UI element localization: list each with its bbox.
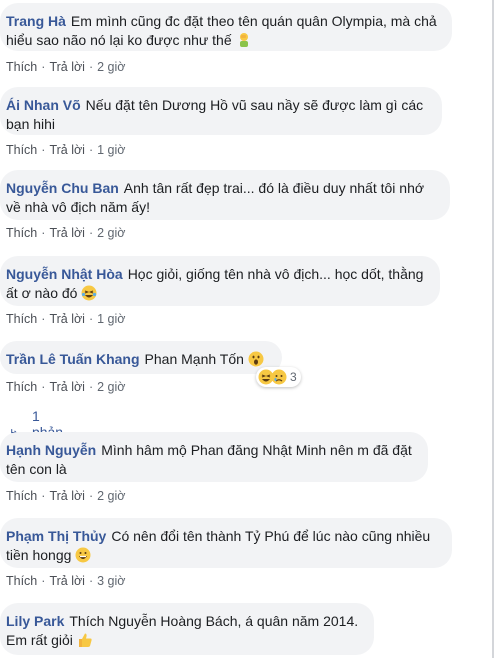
reply-link[interactable]: Trả lời <box>49 226 85 240</box>
like-link[interactable]: Thích <box>6 574 37 588</box>
facepalm-icon <box>236 32 252 48</box>
reply-link[interactable]: Trả lời <box>49 574 85 588</box>
reply-link[interactable]: Trả lời <box>49 60 85 74</box>
reaction-count: 3 <box>290 370 297 384</box>
like-link[interactable]: Thích <box>6 60 37 74</box>
comment-author[interactable]: Trang Hà <box>6 13 66 29</box>
comment-bubble: Hạnh Nguyễn Mình hâm mộ Phan đăng Nhật Mi… <box>0 432 428 482</box>
comment-author[interactable]: Phạm Thị Thủy <box>6 528 106 544</box>
comment-actions: Thích · Trả lời · 1 giờ <box>6 312 126 326</box>
timestamp[interactable]: 3 giờ <box>97 574 125 588</box>
reaction-summary[interactable]: 3 <box>256 367 301 387</box>
sad-icon <box>271 369 287 385</box>
comment-bubble: Nguyễn Nhật Hòa Học giỏi, giống tên nhà v… <box>0 256 440 306</box>
comment-actions: Thích · Trả lời · 2 giờ <box>6 380 126 394</box>
comment-actions: Thích · Trả lời · 3 giờ <box>6 574 126 588</box>
like-link[interactable]: Thích <box>6 489 37 503</box>
comment-author[interactable]: Lily Park <box>6 613 64 629</box>
reply-link[interactable]: Trả lời <box>49 489 85 503</box>
laughing-tears-icon <box>81 285 97 301</box>
comment-text: Phan Mạnh Tốn <box>144 351 244 367</box>
comment-bubble: Lily Park Thích Nguyễn Hoàng Bách, á quân… <box>0 603 374 655</box>
comment-bubble: Ái Nhan Võ Nếu đặt tên Dương Hồ vũ sau nầ… <box>0 87 442 135</box>
timestamp[interactable]: 1 giờ <box>97 143 125 157</box>
timestamp[interactable]: 1 giờ <box>97 312 125 326</box>
comment-bubble: Trần Lê Tuấn Khang Phan Mạnh Tốn <box>0 341 282 374</box>
comment-author[interactable]: Nguyễn Chu Ban <box>6 180 119 196</box>
comment-actions: Thích · Trả lời · 2 giờ <box>6 60 126 74</box>
wow-face-icon <box>248 351 264 367</box>
reply-link[interactable]: Trả lời <box>49 143 85 157</box>
timestamp[interactable]: 2 giờ <box>97 489 125 503</box>
comment-author[interactable]: Hạnh Nguyễn <box>6 442 96 458</box>
comment-author[interactable]: Trần Lê Tuấn Khang <box>6 351 140 367</box>
like-link[interactable]: Thích <box>6 312 37 326</box>
timestamp[interactable]: 2 giờ <box>97 60 125 74</box>
timestamp[interactable]: 2 giờ <box>97 226 125 240</box>
comment-actions: Thích · Trả lời · 2 giờ <box>6 489 126 503</box>
comment-actions: Thích · Trả lời · 1 giờ <box>6 143 126 157</box>
thumbs-up-icon <box>77 632 93 648</box>
like-link[interactable]: Thích <box>6 226 37 240</box>
comment-author[interactable]: Nguyễn Nhật Hòa <box>6 266 123 282</box>
reply-link[interactable]: Trả lời <box>49 380 85 394</box>
comment-author[interactable]: Ái Nhan Võ <box>6 97 81 113</box>
comment-text: Em mình cũng đc đặt theo tên quán quân O… <box>6 13 437 48</box>
grin-icon <box>75 547 91 563</box>
reply-link[interactable]: Trả lời <box>49 312 85 326</box>
comment-actions: Thích · Trả lời · 2 giờ <box>6 226 126 240</box>
like-link[interactable]: Thích <box>6 380 37 394</box>
like-link[interactable]: Thích <box>6 143 37 157</box>
timestamp[interactable]: 2 giờ <box>97 380 125 394</box>
comment-bubble: Trang Hà Em mình cũng đc đặt theo tên quá… <box>0 3 452 51</box>
comment-bubble: Phạm Thị Thủy Có nên đổi tên thành Tỷ Phú… <box>0 518 452 568</box>
comment-bubble: Nguyễn Chu Ban Anh tân rất đẹp trai... đó… <box>0 170 450 220</box>
